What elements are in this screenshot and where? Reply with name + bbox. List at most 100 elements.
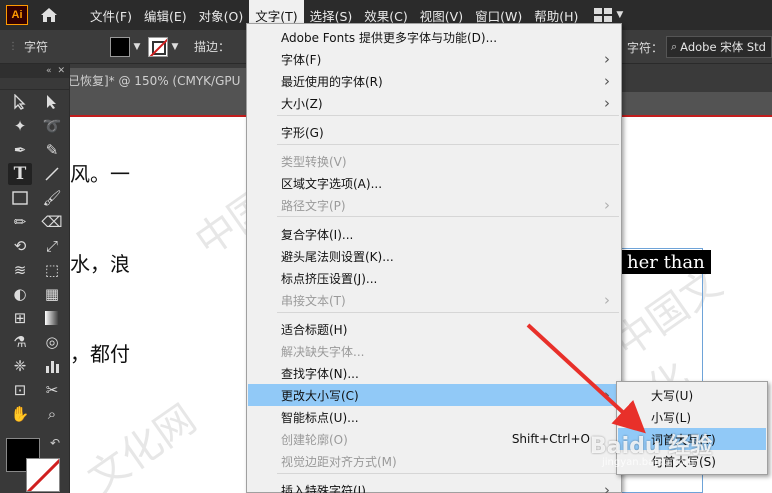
paintbrush-tool-icon[interactable]: 🖌 [40,187,64,209]
menu-item: 类型转换(V) [248,150,620,172]
perspective-grid-icon[interactable]: ▦ [40,283,64,305]
grip-icon: ⋮ [8,41,18,52]
font-value: Adobe 宋体 Std [680,40,766,54]
curvature-tool-icon[interactable]: ✎ [40,139,64,161]
menu-item[interactable]: 大小(Z) › [248,92,620,114]
menu-item-label: 避头尾法则设置(K)... [281,249,394,264]
graph-tool-icon[interactable] [40,355,64,377]
menu-item[interactable]: 智能标点(U)... [248,406,620,428]
menu-file[interactable]: 文件(F) [84,0,138,30]
panel-grip[interactable] [0,78,69,90]
chevron-down-icon: ▼ [616,10,624,20]
menu-item-label: Adobe Fonts 提供更多字体与功能(D)... [281,30,498,45]
chevron-right-icon: › [604,481,610,493]
mesh-tool-icon[interactable]: ⊞ [8,307,32,329]
menu-item: 解决缺失字体... [248,340,620,362]
width-tool-icon[interactable]: ≋ [8,259,32,281]
menu-item-label: 插入特殊字符(I) [281,483,366,493]
menu-item-label: 视觉边距对齐方式(M) [281,454,397,469]
stroke-swatch[interactable] [148,36,169,57]
menu-edit[interactable]: 编辑(E) [138,0,193,30]
menu-item-label: 适合标题(H) [281,322,348,337]
scale-tool-icon[interactable]: ⤢ [40,235,64,257]
menu-object[interactable]: 对象(O) [193,0,250,30]
fill-swatch[interactable] [110,36,131,57]
close-icon[interactable]: ✕ [57,66,65,76]
menu-item[interactable]: 最近使用的字体(R) › [248,70,620,92]
menu-item-label: 解决缺失字体... [281,344,365,359]
baidu-watermark: Baidu 经验 [590,434,713,459]
pen-tool-icon[interactable]: ✒ [8,139,32,161]
gradient-tool-icon[interactable] [40,307,64,329]
pencil-tool-icon[interactable]: ✏ [8,211,32,233]
type-tool-icon[interactable]: T [8,163,32,185]
line-tool-icon[interactable] [40,163,64,185]
tools-panel-header: « ✕ [0,64,69,78]
selection-tool-icon[interactable] [8,91,32,113]
menu-item: 创建轮廓(O) Shift+Ctrl+O [248,428,620,450]
document-tab[interactable]: 已恢复]* @ 150% (CMYK/GPU [60,68,248,92]
eraser-tool-icon[interactable]: ⌫ [40,211,64,233]
menu-separator [277,312,619,313]
watermark-2: 文化网 [79,396,205,493]
rectangle-tool-icon[interactable] [8,187,32,209]
chevron-right-icon: › [604,50,610,68]
submenu-item[interactable]: 大写(U) [618,384,766,406]
menu-item-label: 区域文字选项(A)... [281,176,383,191]
workspace-switcher[interactable]: ▼ [594,8,623,22]
search-icon: ⌕ [671,40,678,53]
menu-item[interactable]: 字形(G) [248,121,620,143]
rotate-tool-icon[interactable]: ⟲ [8,235,32,257]
menu-item[interactable]: 适合标题(H) [248,318,620,340]
hand-tool-icon[interactable]: ✋ [8,403,32,425]
menu-item[interactable]: 插入特殊字符(I) › [248,479,620,493]
artboard-tool-icon[interactable]: ⊡ [8,379,32,401]
menu-item-label: 复合字体(I)... [281,227,354,242]
char-label: 字符： [627,41,664,55]
submenu-item[interactable]: 小写(L) [618,406,766,428]
menu-item-label: 创建轮廓(O) [281,432,348,447]
menu-item[interactable]: 复合字体(I)... [248,223,620,245]
menu-item-label: 查找字体(N)... [281,366,359,381]
menu-item[interactable]: 避头尾法则设置(K)... [248,245,620,267]
menu-item: 串接文本(T) › [248,289,620,311]
menu-item: 视觉边距对齐方式(M) [248,450,620,472]
type-menu-dropdown: Adobe Fonts 提供更多字体与功能(D)... 字体(F) › 最近使用的字体… [246,23,622,493]
magic-wand-icon[interactable]: ✦ [8,115,32,137]
menu-item[interactable]: 查找字体(N)... [248,362,620,384]
lasso-tool-icon[interactable]: ➰ [40,115,64,137]
menu-item-label: 标点挤压设置(J)... [281,271,378,286]
shape-builder-icon[interactable]: ◐ [8,283,32,305]
blend-tool-icon[interactable]: ◎ [40,331,64,353]
chevron-right-icon: › [604,94,610,112]
document-tab-title: 已恢复]* @ 150% (CMYK/GPU [68,73,241,88]
menu-item: 路径文字(P) › [248,194,620,216]
home-icon[interactable] [34,0,64,30]
chevron-down-icon[interactable]: ▼ [132,42,142,52]
zoom-tool-icon[interactable]: ⌕ [40,403,64,425]
text-line-3[interactable]: ，都付 [70,338,130,367]
eyedropper-icon[interactable]: ⚗ [8,331,32,353]
text-line-1[interactable]: 风。一 [70,158,130,187]
menu-item[interactable]: Adobe Fonts 提供更多字体与功能(D)... [248,26,620,48]
selected-text[interactable]: her than [621,250,711,274]
menu-item[interactable]: 更改大小写(C) › [248,384,620,406]
menu-item[interactable]: 标点挤压设置(J)... [248,267,620,289]
fill-stroke-widget[interactable]: ↶ [6,436,66,493]
tools-panel: « ✕ ✦ ➰ ✒ ✎ T 🖌 ✏ ⌫ ⟲ ⤢ ≋ ⬚ ◐ ▦ ⊞ ⚗ ◎ ❈ … [0,64,70,493]
menu-item-label: 类型转换(V) [281,154,347,169]
collapse-icon[interactable]: « [46,66,52,76]
swap-colors-icon[interactable]: ↶ [50,436,60,450]
text-line-2[interactable]: 水，浪 [70,248,130,277]
font-field[interactable]: ⌕ Adobe 宋体 Std [666,36,772,58]
symbol-sprayer-icon[interactable]: ❈ [8,355,32,377]
menu-item-label: 大小(Z) [281,96,323,111]
slice-tool-icon[interactable]: ✂ [40,379,64,401]
menu-item-label: 最近使用的字体(R) [281,74,383,89]
stroke-color[interactable] [26,458,60,492]
menu-item[interactable]: 区域文字选项(A)... [248,172,620,194]
direct-selection-tool-icon[interactable] [40,91,64,113]
menu-item[interactable]: 字体(F) › [248,48,620,70]
free-transform-icon[interactable]: ⬚ [40,259,64,281]
chevron-down-icon[interactable]: ▼ [170,42,180,52]
